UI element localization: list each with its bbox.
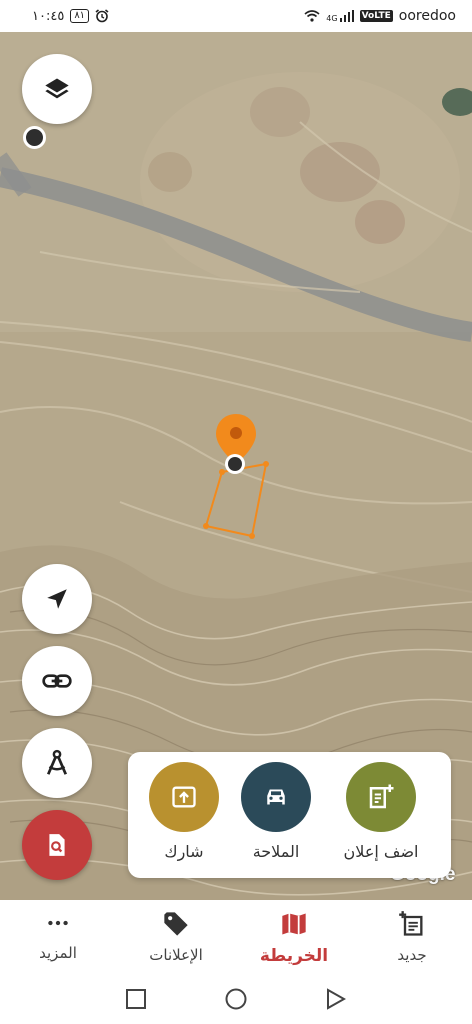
link-icon <box>42 674 72 688</box>
nav-more[interactable]: المزيد <box>8 910 108 962</box>
nav-map-label: الخريطة <box>259 946 329 966</box>
map-icon <box>282 913 306 935</box>
navigation-arrow-icon <box>47 589 67 609</box>
search-listings-button[interactable] <box>22 810 92 880</box>
battery-level: ٨١ <box>74 10 86 21</box>
network-type: 4G <box>326 14 338 23</box>
nav-new[interactable]: جديد <box>362 910 462 964</box>
status-right: 4G VoLTE ooredoo <box>304 8 456 24</box>
map-pin-icon <box>216 414 256 474</box>
home-button[interactable] <box>223 986 249 1012</box>
signal-icon <box>339 10 354 22</box>
navigation-circle <box>241 762 311 832</box>
square-icon <box>126 989 146 1009</box>
status-left: ١٠:٤٥ ٨١ <box>32 9 109 24</box>
layers-button[interactable] <box>22 54 92 124</box>
add-listing-circle <box>346 762 416 832</box>
add-listing-label: اضف إعلان <box>343 842 419 861</box>
layers-icon <box>45 78 69 99</box>
tag-icon <box>164 912 188 936</box>
clock: ١٠:٤٥ <box>32 8 65 24</box>
nav-listings[interactable]: الإعلانات <box>126 910 226 964</box>
add-note-icon <box>369 784 394 809</box>
navigation-label: الملاحة <box>252 842 300 861</box>
current-location-marker <box>23 126 46 149</box>
car-icon <box>267 789 285 805</box>
wifi-icon <box>304 10 320 22</box>
new-list-icon <box>399 911 423 936</box>
alarm-icon <box>95 9 109 23</box>
share-circle <box>149 762 219 832</box>
screen: ١٠:٤٥ ٨١ 4G VoLTE ooredoo شارك الملاحة ا… <box>0 0 472 1024</box>
system-navigation-bar <box>0 974 472 1024</box>
measure-button[interactable] <box>22 728 92 798</box>
nav-listings-label: الإعلانات <box>149 946 203 964</box>
add-listing-button[interactable]: اضف إعلان <box>331 762 431 861</box>
locate-me-button[interactable] <box>22 564 92 634</box>
share-upload-icon <box>172 786 196 808</box>
action-card: شارك الملاحة اضف إعلان <box>128 752 451 878</box>
battery-icon: ٨١ <box>70 9 90 23</box>
carrier-name: ooredoo <box>398 8 456 24</box>
volte-badge: VoLTE <box>359 10 393 22</box>
document-search-icon <box>49 834 65 856</box>
share-button[interactable]: شارك <box>134 762 234 861</box>
back-button[interactable] <box>323 986 349 1012</box>
status-bar: ١٠:٤٥ ٨١ 4G VoLTE ooredoo <box>0 0 472 32</box>
property-location-pin[interactable] <box>214 414 258 480</box>
nav-new-label: جديد <box>397 946 427 964</box>
more-dots-icon <box>48 920 68 926</box>
navigation-button[interactable]: الملاحة <box>226 762 326 861</box>
triangle-back-icon <box>327 988 346 1010</box>
nav-more-label: المزيد <box>39 944 77 962</box>
recents-button[interactable] <box>123 986 149 1012</box>
share-label: شارك <box>164 842 204 861</box>
bottom-navigation: المزيد الإعلانات الخريطة جديد <box>0 900 472 974</box>
nav-map[interactable]: الخريطة <box>244 910 344 966</box>
circle-icon <box>225 988 247 1010</box>
copy-link-button[interactable] <box>22 646 92 716</box>
compass-icon <box>46 749 68 775</box>
